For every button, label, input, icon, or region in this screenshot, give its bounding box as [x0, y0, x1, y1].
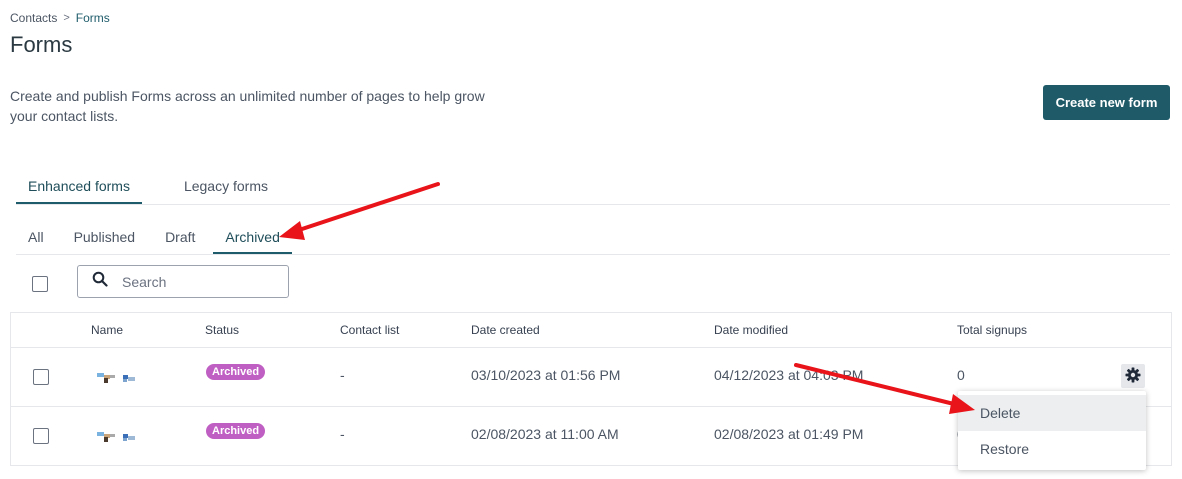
- header-status: Status: [205, 323, 240, 337]
- page-description: Create and publish Forms across an unlim…: [10, 88, 485, 124]
- tab-published[interactable]: Published: [62, 220, 148, 254]
- breadcrumb-current: Forms: [75, 11, 110, 25]
- tab-legacy-forms[interactable]: Legacy forms: [172, 168, 280, 204]
- contact-list-cell: -: [340, 426, 345, 442]
- menu-item-delete[interactable]: Delete: [958, 395, 1146, 431]
- date-modified-cell: 04/12/2023 at 04:03 PM: [714, 367, 864, 383]
- breadcrumb: Contacts > Forms: [10, 11, 110, 25]
- create-new-form-button[interactable]: Create new form: [1043, 85, 1170, 120]
- tab-all[interactable]: All: [16, 220, 56, 254]
- form-name-thumbnail[interactable]: [97, 432, 137, 442]
- status-badge: Archived: [206, 364, 266, 380]
- row-actions-menu: Delete Restore: [958, 391, 1146, 470]
- gear-icon: [1125, 367, 1141, 386]
- tab-archived[interactable]: Archived: [213, 220, 292, 254]
- breadcrumb-separator: >: [63, 12, 70, 24]
- table-header: Name Status Contact list Date created Da…: [11, 313, 1171, 348]
- tab-draft[interactable]: Draft: [153, 220, 207, 254]
- header-name: Name: [91, 323, 124, 337]
- select-all-checkbox[interactable]: [32, 276, 48, 292]
- total-signups-cell: 0: [957, 367, 965, 383]
- date-created-cell: 02/08/2023 at 11:00 AM: [471, 426, 619, 442]
- tab-enhanced-forms[interactable]: Enhanced forms: [16, 168, 142, 204]
- menu-item-restore[interactable]: Restore: [958, 431, 1146, 467]
- status-badge: Archived: [206, 423, 266, 439]
- header-contact-list: Contact list: [340, 323, 400, 337]
- row-checkbox[interactable]: [33, 428, 49, 444]
- contact-list-cell: -: [340, 367, 345, 383]
- status-filter-tabs: All Published Draft Archived: [16, 220, 1170, 255]
- breadcrumb-contacts-link[interactable]: Contacts: [10, 11, 57, 25]
- row-checkbox[interactable]: [33, 369, 49, 385]
- page-title: Forms: [10, 32, 73, 57]
- search-box[interactable]: [77, 265, 289, 298]
- search-icon: [92, 271, 108, 292]
- row-settings-button[interactable]: [1121, 364, 1145, 388]
- header-total-signups: Total signups: [957, 323, 1028, 337]
- header-date-created: Date created: [471, 323, 540, 337]
- form-name-thumbnail[interactable]: [97, 373, 137, 383]
- search-input[interactable]: [120, 272, 264, 291]
- form-type-tabs: Enhanced forms Legacy forms: [16, 168, 1170, 205]
- date-modified-cell: 02/08/2023 at 01:49 PM: [714, 426, 864, 442]
- date-created-cell: 03/10/2023 at 01:56 PM: [471, 367, 621, 383]
- header-date-modified: Date modified: [714, 323, 789, 337]
